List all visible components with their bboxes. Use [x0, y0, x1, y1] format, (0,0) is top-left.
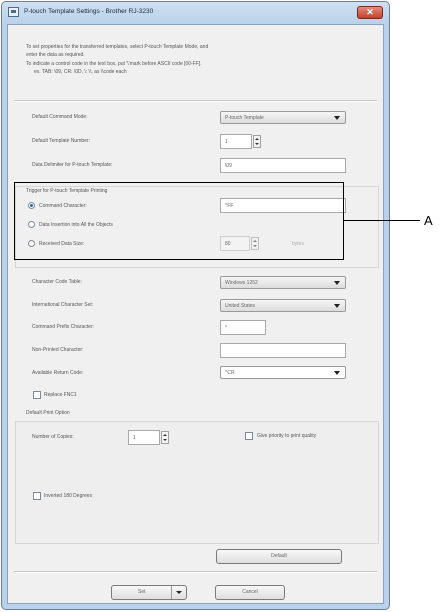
app-icon	[8, 7, 19, 17]
inverted-label: Inverted 180 Degrees	[44, 493, 93, 499]
spin-down-icon	[163, 439, 167, 441]
description-line-3: To indicate a control code in the text b…	[26, 61, 202, 67]
copies-value: 1	[133, 435, 136, 441]
give-priority-label: Give priority to print quality	[257, 433, 317, 439]
give-priority-checkbox[interactable]	[245, 432, 253, 440]
set-split-arrow[interactable]	[171, 586, 186, 599]
description-line-4: ex. TAB: \09, CR: \0D, \: \\, as \\code …	[34, 69, 127, 75]
template-number-spinner[interactable]	[253, 135, 261, 148]
callout-leader-line	[344, 220, 420, 221]
title-bar[interactable]: P-touch Template Settings - Brother RJ-3…	[2, 2, 389, 24]
chevron-down-icon	[334, 116, 340, 120]
default-command-mode-select[interactable]: P-touch Template	[220, 111, 346, 124]
set-button-label: Set	[138, 589, 146, 595]
replace-fnc1-label: Replace FNC1	[44, 392, 77, 398]
default-template-number-input[interactable]: 1	[220, 134, 252, 149]
available-return-code-value: ^CR	[225, 370, 235, 376]
character-code-table-value: Windows 1252	[225, 280, 258, 286]
default-template-number-value: 1	[225, 139, 228, 145]
window-title: P-touch Template Settings - Brother RJ-3…	[24, 8, 154, 15]
print-option-group-label: Default Print Option	[26, 410, 70, 416]
character-code-table-select[interactable]: Windows 1252	[220, 276, 346, 289]
available-return-code-label: Available Return Code:	[32, 370, 84, 376]
copies-spinner[interactable]	[161, 431, 169, 444]
default-button[interactable]: Default	[216, 549, 342, 564]
chevron-down-icon	[334, 371, 340, 375]
chevron-down-icon	[334, 304, 340, 308]
chevron-down-icon	[176, 591, 182, 594]
description-line-1: To set properties for the transferred te…	[26, 44, 209, 50]
international-char-set-value: United States	[225, 303, 256, 309]
close-button[interactable]: ✕	[357, 6, 383, 19]
spin-up-icon	[255, 138, 259, 140]
divider	[14, 571, 377, 573]
character-code-table-label: Character Code Table:	[32, 279, 82, 285]
callout-label: A	[424, 213, 433, 228]
description-line-2: enter the data as required.	[26, 52, 85, 58]
divider	[14, 100, 377, 102]
data-delimiter-value: \09	[225, 163, 232, 169]
non-printed-input[interactable]	[220, 343, 346, 358]
default-command-mode-label: Default Command Mode:	[32, 114, 88, 120]
chevron-down-icon	[334, 281, 340, 285]
inverted-checkbox[interactable]	[33, 492, 41, 500]
available-return-code-select[interactable]: ^CR	[220, 366, 346, 379]
copies-input[interactable]: 1	[128, 430, 160, 445]
replace-fnc1-checkbox[interactable]	[33, 391, 41, 399]
default-template-number-label: Default Template Number:	[32, 138, 90, 144]
set-button[interactable]: Set	[111, 585, 187, 600]
spin-down-icon	[255, 143, 259, 145]
cancel-button[interactable]: Cancel	[215, 585, 285, 600]
command-prefix-value: ^	[225, 325, 228, 331]
non-printed-label: Non-Printed Character:	[32, 347, 84, 353]
command-prefix-label: Command Prefix Character:	[32, 324, 94, 330]
dialog-client-area: To set properties for the transferred te…	[7, 24, 384, 604]
spin-up-icon	[163, 434, 167, 436]
international-char-set-label: International Character Set:	[32, 302, 94, 308]
command-prefix-input[interactable]: ^	[220, 320, 266, 335]
default-command-mode-value: P-touch Template	[225, 115, 264, 121]
copies-label: Number of Copies:	[32, 434, 74, 440]
data-delimiter-label: Data Delimiter for P-touch Template:	[32, 162, 113, 168]
international-char-set-select[interactable]: United States	[220, 299, 346, 312]
data-delimiter-input[interactable]: \09	[220, 158, 346, 173]
settings-window: P-touch Template Settings - Brother RJ-3…	[1, 1, 390, 610]
callout-box	[14, 182, 344, 260]
